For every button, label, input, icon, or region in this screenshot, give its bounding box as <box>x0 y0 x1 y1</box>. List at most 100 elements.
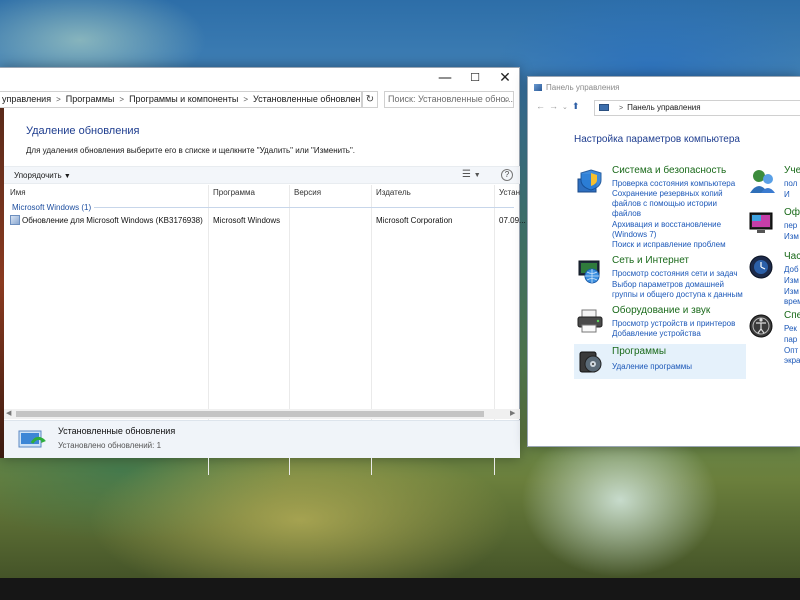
category-link[interactable]: Опт <box>784 346 798 356</box>
row-program: Microsoft Windows <box>213 216 281 225</box>
scroll-right-icon[interactable]: ▶ <box>510 409 515 417</box>
column-header-publisher[interactable]: Издатель <box>376 188 411 197</box>
installed-updates-window: — ☐ ✕ управления > Программы > Программы и к… <box>0 67 526 475</box>
control-panel-window: Панель управления ←→⌄⬆ > Панель управлени… <box>527 76 800 447</box>
breadcrumb-control-panel[interactable]: Панель управления <box>627 103 701 112</box>
close-button[interactable]: ✕ <box>490 68 520 88</box>
category-link[interactable]: врем <box>784 297 800 307</box>
category-programs[interactable]: Программы Удаление программы <box>574 344 746 379</box>
refresh-button[interactable]: ↻ <box>362 91 378 108</box>
maximize-button[interactable]: ☐ <box>460 68 490 88</box>
category-title[interactable]: Уче <box>784 165 800 176</box>
column-header-name[interactable]: Имя <box>10 188 26 197</box>
page-title: Настройка параметров компьютера <box>574 134 740 145</box>
network-icon <box>578 260 600 284</box>
group-divider <box>94 207 514 208</box>
forward-arrow-icon[interactable]: → <box>549 101 562 111</box>
up-arrow-icon[interactable]: ⬆ <box>572 101 584 111</box>
category-link[interactable]: Просмотр состояния сети и задач <box>612 269 738 279</box>
control-panel-app-icon <box>534 84 542 91</box>
column-header-installed[interactable]: Устан <box>499 188 520 197</box>
organize-button[interactable]: Упорядочить ▼ <box>14 171 71 180</box>
category-link[interactable]: И <box>784 190 790 200</box>
page-title: Удаление обновления <box>26 125 140 137</box>
category-link[interactable]: Просмотр устройств и принтеров <box>612 319 735 329</box>
category-title[interactable]: Сеть и Интернет <box>612 255 689 266</box>
category-link[interactable]: Изм <box>784 232 799 242</box>
printer-icon <box>577 309 603 333</box>
category-link[interactable]: Изм <box>784 276 799 286</box>
table-row[interactable]: Обновление для Microsoft Windows (KB3176… <box>4 214 526 228</box>
category-user-accounts: Уче пол И <box>748 163 800 209</box>
chevron-down-icon: ▼ <box>473 172 481 179</box>
category-title[interactable]: Система и безопасность <box>612 165 726 176</box>
category-ease-of-access: Спе Рек пар Опт экра <box>748 308 800 366</box>
category-link[interactable]: пер <box>784 221 797 231</box>
category-link[interactable]: (Windows 7) <box>612 230 656 240</box>
update-icon <box>10 215 20 225</box>
group-header[interactable]: Microsoft Windows (1) <box>12 203 91 212</box>
category-link[interactable]: Удаление программы <box>612 362 692 372</box>
address-bar[interactable]: > Панель управления <box>594 100 800 116</box>
minimize-button[interactable]: — <box>430 68 460 88</box>
category-system-security: Система и безопасность Проверка состояни… <box>574 163 746 251</box>
ease-of-access-icon <box>749 314 773 338</box>
category-link[interactable]: группы и общего доступа к данным <box>612 290 743 300</box>
category-link[interactable]: файлов с помощью истории <box>612 199 717 209</box>
taskbar <box>0 578 800 600</box>
category-title[interactable]: Оф <box>784 207 800 218</box>
horizontal-scrollbar[interactable]: ◀ ▶ <box>4 409 520 419</box>
category-title[interactable]: Спе <box>784 310 800 321</box>
scroll-left-icon[interactable]: ◀ <box>6 409 11 417</box>
category-link[interactable]: Архивация и восстановление <box>612 220 721 230</box>
category-link[interactable]: Добавление устройства <box>612 329 701 339</box>
appearance-icon <box>749 212 773 233</box>
address-bar[interactable]: управления > Программы > Программы и компоне… <box>0 91 362 108</box>
chevron-down-icon[interactable]: ⌄ <box>347 92 361 107</box>
window-edge-decoration <box>0 108 4 458</box>
view-options-button[interactable]: ☰ ▼ <box>462 169 481 180</box>
category-link[interactable]: пар <box>784 335 797 345</box>
category-hardware-sound: Оборудование и звук Просмотр устройств и… <box>574 303 746 343</box>
category-link[interactable]: Проверка состояния компьютера <box>612 179 735 189</box>
category-title[interactable]: Программы <box>612 346 666 357</box>
category-link[interactable]: Доб <box>784 265 799 275</box>
chevron-down-icon: ▼ <box>63 173 71 180</box>
column-header-program[interactable]: Программа <box>213 188 255 197</box>
chevron-right-icon: > <box>56 95 61 104</box>
category-link[interactable]: файлов <box>612 209 641 219</box>
category-link[interactable]: Изм <box>784 287 799 297</box>
category-link[interactable]: Сохранение резервных копий <box>612 189 723 199</box>
search-input[interactable]: Поиск: Установленные обно... ⌕ <box>384 91 514 108</box>
category-link[interactable]: Выбор параметров домашней <box>612 280 724 290</box>
clock-region-icon <box>749 255 773 279</box>
help-icon[interactable]: ? <box>501 169 513 181</box>
scrollbar-thumb[interactable] <box>16 411 484 417</box>
title-bar: — ☐ ✕ <box>0 68 519 88</box>
back-arrow-icon[interactable]: ← <box>536 101 549 111</box>
breadcrumb-installed-updates[interactable]: Установленные обновления <box>250 94 361 104</box>
chevron-right-icon: > <box>119 95 125 104</box>
user-accounts-icon <box>750 170 775 193</box>
category-clock-region: Час Доб Изм Изм врем <box>748 249 800 307</box>
category-link[interactable]: Рек <box>784 324 797 334</box>
category-link[interactable]: пол <box>784 179 797 189</box>
category-network-internet: Сеть и Интернет Просмотр состояния сети … <box>574 253 746 299</box>
breadcrumb-control-panel[interactable]: управления <box>0 94 54 104</box>
chevron-right-icon: > <box>619 105 624 112</box>
search-placeholder: Поиск: Установленные обно... <box>388 94 513 104</box>
category-title[interactable]: Час <box>784 251 800 262</box>
chevron-down-icon[interactable]: ⌄ <box>562 104 572 111</box>
search-icon: ⌕ <box>504 94 510 105</box>
row-installed-date: 07.09... <box>499 216 526 225</box>
column-header-version[interactable]: Версия <box>294 188 321 197</box>
breadcrumb-programs[interactable]: Программы <box>63 94 118 104</box>
category-link[interactable]: Поиск и исправление проблем <box>612 240 726 250</box>
row-name: Обновление для Microsoft Windows (KB3176… <box>22 216 203 225</box>
programs-icon <box>579 351 602 373</box>
system-security-icon <box>577 169 602 193</box>
breadcrumb-programs-features[interactable]: Программы и компоненты <box>126 94 241 104</box>
category-title[interactable]: Оборудование и звук <box>612 305 710 316</box>
category-link[interactable]: экра <box>784 356 800 366</box>
control-panel-icon <box>599 104 609 111</box>
